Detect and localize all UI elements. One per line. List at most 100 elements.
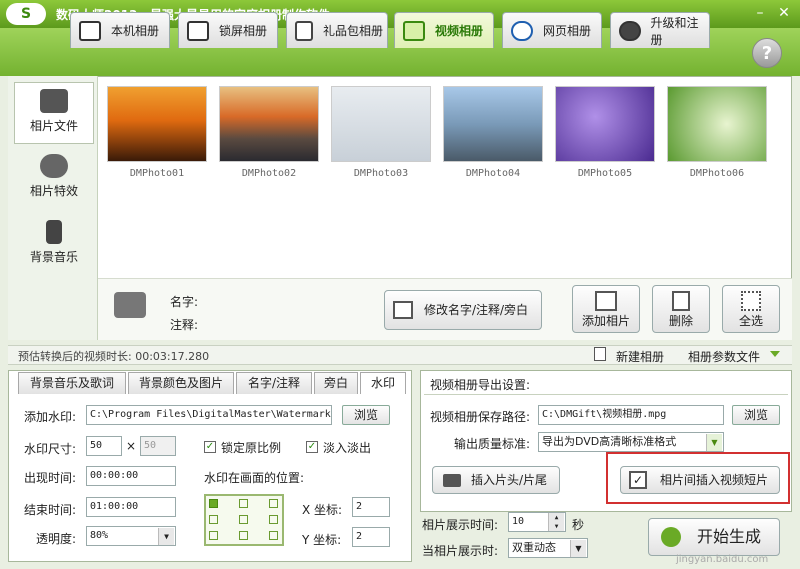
watermark-browse-button[interactable]: 浏览 — [342, 405, 390, 425]
photo-thumbnail[interactable] — [107, 86, 207, 162]
save-path-field[interactable]: C:\DMGift\视频相册.mpg — [538, 405, 724, 425]
size-times: × — [126, 439, 137, 453]
start-generate-button[interactable]: 开始生成 — [648, 518, 780, 556]
add-watermark-label: 添加水印: — [24, 410, 77, 424]
name-label: 名字: — [170, 295, 199, 309]
nav-photo-files[interactable]: 相片文件 — [14, 82, 94, 144]
watermark-path-field[interactable]: C:\Program Files\DigitalMaster\Watermark — [86, 405, 332, 425]
nav-photo-effects[interactable]: 相片特效 — [14, 148, 94, 210]
position-cell[interactable] — [269, 515, 278, 524]
position-cell[interactable] — [269, 531, 278, 540]
photo-thumbnail[interactable] — [555, 86, 655, 162]
delete-button[interactable]: 删除 — [652, 285, 710, 333]
tab-label: 网页相册 — [543, 24, 592, 38]
display-effect-value: 双重动态 — [512, 541, 556, 554]
nav-bg-music[interactable]: 背景音乐 — [14, 214, 94, 276]
position-cell[interactable] — [239, 499, 248, 508]
size-label: 水印尺寸: — [24, 442, 77, 456]
video-camera-icon — [443, 474, 461, 487]
end-time-field[interactable]: 01:00:00 — [86, 497, 176, 517]
select-all-label: 全选 — [738, 314, 763, 328]
photo-thumbnail[interactable] — [219, 86, 319, 162]
insert-head-label: 插入片头/片尾 — [470, 473, 548, 487]
tab-label: 锁屏相册 — [219, 24, 268, 38]
new-album-link[interactable]: 新建相册 — [616, 348, 664, 365]
subtab-music-lyrics[interactable]: 背景音乐及歌词 — [18, 372, 126, 394]
quality-value: 导出为DVD高清晰标准格式 — [542, 435, 677, 448]
tab-upgrade-register[interactable]: 升级和注册 — [610, 12, 710, 48]
trash-icon — [672, 291, 690, 311]
quality-select[interactable]: 导出为DVD高清晰标准格式 ▼ — [538, 432, 724, 452]
subtab-name-note[interactable]: 名字/注释 — [236, 372, 312, 394]
x-coord-label: X 坐标: — [302, 503, 343, 517]
display-effect-select[interactable]: 双重动态 ▼ — [508, 538, 588, 558]
effects-icon — [40, 154, 68, 178]
delete-label: 删除 — [668, 314, 693, 328]
tab-lockscreen-album[interactable]: 锁屏相册 — [178, 12, 278, 48]
x-coord-field[interactable]: 2 — [352, 497, 390, 517]
album-params-menu[interactable]: 相册参数文件 — [688, 348, 760, 365]
tab-gift-album[interactable]: 礼品包相册 — [286, 12, 388, 48]
close-icon[interactable]: ✕ — [776, 5, 792, 21]
chevron-down-icon[interactable] — [770, 351, 780, 357]
photo-thumbnail[interactable] — [443, 86, 543, 162]
subtab-narration[interactable]: 旁白 — [314, 372, 358, 394]
position-label: 水印在画面的位置: — [204, 471, 305, 485]
tab-video-album[interactable]: 视频相册 — [394, 12, 494, 48]
tab-label: 本机相册 — [111, 24, 160, 38]
subtab-watermark[interactable]: 水印 — [360, 372, 406, 394]
insert-short-label: 相片间插入视频短片 — [659, 473, 768, 487]
chevron-down-icon[interactable]: ▼ — [548, 522, 564, 531]
edit-name-note-button[interactable]: 修改名字/注释/旁白 — [384, 290, 542, 330]
appear-time-label: 出现时间: — [24, 471, 77, 485]
subtab-bg-color-image[interactable]: 背景颜色及图片 — [128, 372, 234, 394]
minimize-icon[interactable]: – — [752, 5, 768, 21]
lock-ratio-label: 锁定原比例 — [221, 441, 282, 455]
tab-web-album[interactable]: 网页相册 — [502, 12, 602, 48]
lock-ratio-checkbox[interactable]: ✓ — [204, 441, 216, 453]
y-coord-field[interactable]: 2 — [352, 527, 390, 547]
tab-local-album[interactable]: 本机相册 — [70, 12, 170, 48]
save-path-browse-button[interactable]: 浏览 — [732, 405, 780, 425]
check-icon: ✓ — [629, 471, 647, 489]
position-cell-selected[interactable] — [209, 499, 218, 508]
select-all-button[interactable]: 全选 — [722, 285, 780, 333]
position-cell[interactable] — [239, 531, 248, 540]
display-time-value: 10 — [512, 516, 525, 527]
insert-video-between-photos-button[interactable]: ✓ 相片间插入视频短片 — [620, 466, 780, 494]
person-icon — [79, 20, 101, 41]
browser-icon — [511, 20, 533, 41]
add-photo-button[interactable]: 添加相片 — [572, 285, 640, 333]
photo-name: DMPhoto02 — [241, 168, 297, 179]
position-cell[interactable] — [239, 515, 248, 524]
edit-check-icon — [393, 301, 413, 319]
photo-name: DMPhoto06 — [689, 168, 745, 179]
position-cell[interactable] — [209, 531, 218, 540]
opacity-select[interactable]: 80% ▼ — [86, 526, 176, 546]
appear-time-field[interactable]: 00:00:00 — [86, 466, 176, 486]
end-time-label: 结束时间: — [24, 503, 77, 517]
position-cell[interactable] — [209, 515, 218, 524]
position-cell[interactable] — [269, 499, 278, 508]
chevron-down-icon: ▼ — [706, 434, 722, 451]
photo-thumbnail[interactable] — [667, 86, 767, 162]
insert-head-tail-button[interactable]: 插入片头/片尾 — [432, 466, 560, 494]
size-width-field[interactable]: 50 — [86, 436, 122, 456]
grid-icon — [741, 291, 761, 311]
start-generate-label: 开始生成 — [696, 527, 761, 546]
gift-icon — [295, 20, 313, 41]
chevron-up-icon[interactable]: ▲ — [548, 513, 564, 522]
tab-label: 视频相册 — [435, 24, 484, 38]
divider — [424, 394, 788, 395]
document-icon — [594, 347, 606, 361]
tab-label: 升级和注册 — [650, 15, 699, 47]
fade-checkbox[interactable]: ✓ — [306, 441, 318, 453]
opacity-label: 透明度: — [36, 532, 77, 546]
help-button[interactable]: ? — [752, 38, 782, 68]
display-time-field[interactable]: 10 ▲ ▼ — [508, 512, 566, 532]
add-photo-label: 添加相片 — [581, 314, 630, 328]
nav-label: 相片特效 — [29, 184, 78, 198]
photo-thumbnail[interactable] — [331, 86, 431, 162]
position-grid[interactable] — [204, 494, 284, 546]
app-logo: S — [6, 3, 46, 25]
